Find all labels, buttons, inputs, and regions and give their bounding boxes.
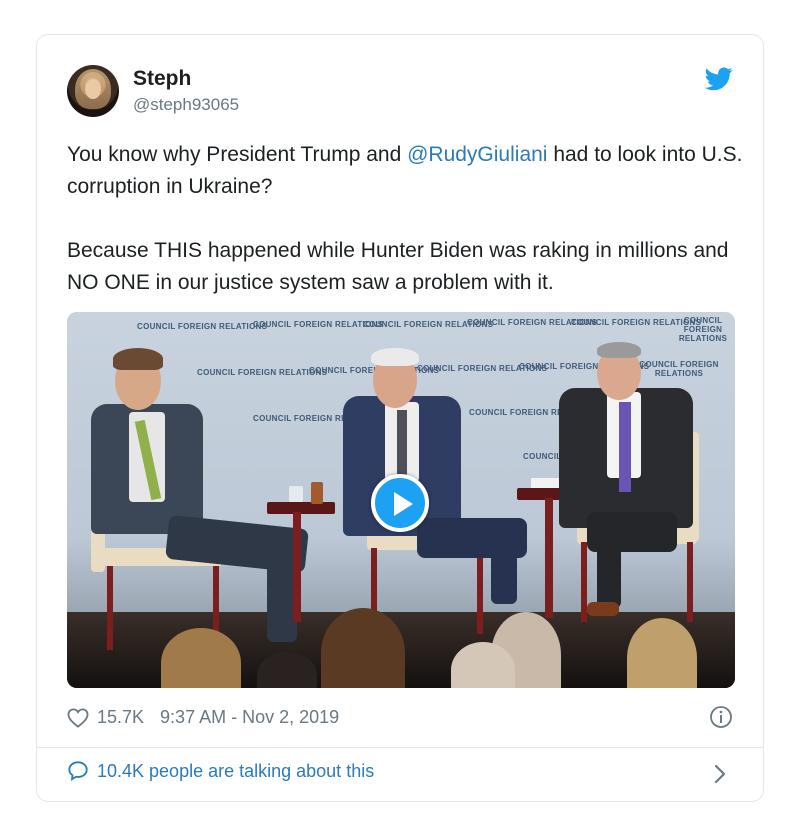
tie <box>619 402 631 492</box>
tweet-text-part: You know why President Trump and <box>67 143 408 166</box>
leg <box>597 542 621 608</box>
hair <box>597 342 641 358</box>
chair-leg <box>213 566 219 636</box>
cup <box>311 482 323 504</box>
twitter-bird-icon[interactable] <box>705 67 733 91</box>
audience-member <box>321 608 405 688</box>
leg <box>491 542 517 604</box>
tweet-paragraph-2: Because THIS happened while Hunter Biden… <box>67 239 729 294</box>
like-count[interactable]: 15.7K <box>97 707 144 728</box>
chair-leg <box>107 566 113 650</box>
speech-bubble-icon <box>68 761 88 782</box>
backdrop-logo: COUNCIL FOREIGN RELATIONS <box>678 316 728 343</box>
conversation-text: 10.4K people are talking about this <box>97 760 375 781</box>
divider <box>37 747 763 748</box>
mention-link[interactable]: @RudyGiuliani <box>407 143 547 166</box>
video-player[interactable]: COUNCIL FOREIGN RELATIONS COUNCIL FOREIG… <box>67 312 735 688</box>
tie <box>397 410 407 482</box>
user-handle[interactable]: @steph93065 <box>133 95 239 115</box>
display-name[interactable]: Steph <box>133 67 191 91</box>
heart-icon[interactable] <box>67 707 89 728</box>
hair <box>371 348 419 366</box>
avatar-face <box>85 79 101 99</box>
audience-member <box>627 618 697 688</box>
table-leg <box>293 512 301 622</box>
tweet-text: You know why President Trump and @RudyGi… <box>67 139 747 331</box>
shoe <box>587 602 619 616</box>
backdrop-logo: COUNCIL FOREIGN RELATIONS <box>197 368 328 377</box>
play-icon <box>394 492 413 516</box>
glass <box>289 486 303 502</box>
avatar[interactable] <box>67 65 119 117</box>
play-button[interactable] <box>371 474 429 532</box>
chair-leg <box>687 542 693 622</box>
timestamp[interactable]: 9:37 AM - Nov 2, 2019 <box>160 707 339 728</box>
chevron-right-icon[interactable] <box>713 763 727 785</box>
info-icon[interactable] <box>709 705 733 729</box>
tweet-meta: 15.7K 9:37 AM - Nov 2, 2019 <box>67 707 339 728</box>
table-leg <box>545 498 553 618</box>
tweet-card: Steph @steph93065 You know why President… <box>36 34 764 802</box>
side-table <box>267 502 335 514</box>
backdrop-logo: COUNCIL FOREIGN RELATIONS <box>137 322 268 331</box>
conversation-link[interactable]: 10.4K people are talking about this <box>67 760 374 782</box>
chair-leg <box>477 548 483 634</box>
tweet-paragraph-1: You know why President Trump and @RudyGi… <box>67 139 747 203</box>
hair <box>113 348 163 370</box>
